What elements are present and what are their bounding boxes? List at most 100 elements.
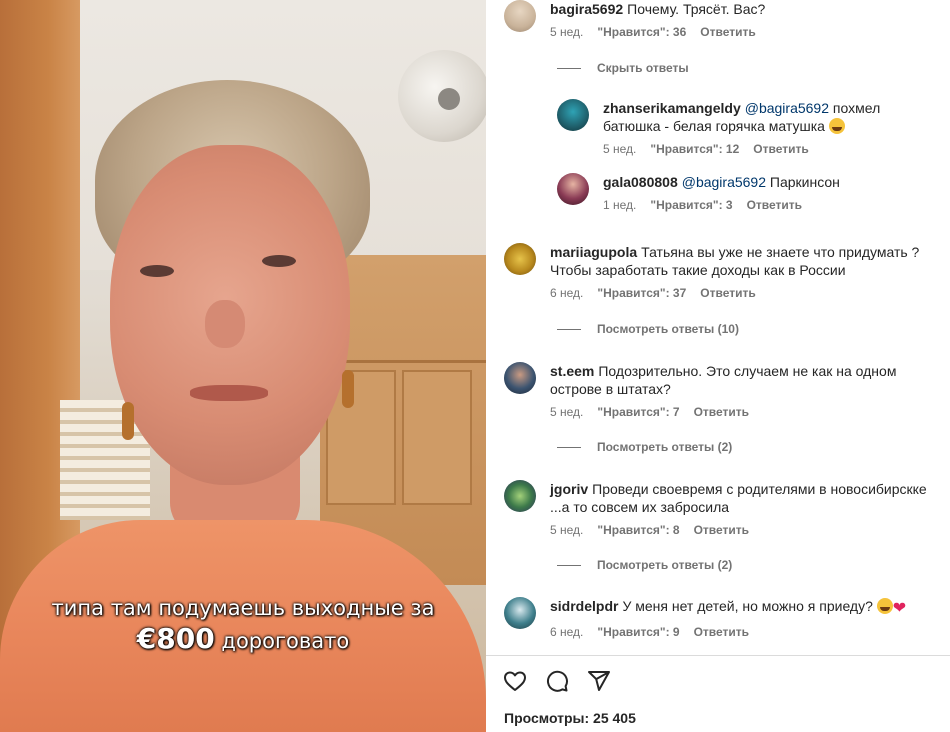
comment-body: st.eem Подозрительно. Это случаем не как …: [550, 362, 934, 398]
reply-button[interactable]: Ответить: [747, 198, 802, 212]
avatar[interactable]: [504, 597, 536, 629]
action-bar: [502, 668, 612, 694]
comment-meta: 5 нед. "Нравится": 36 Ответить: [550, 25, 765, 39]
comment-username[interactable]: st.eem: [550, 363, 594, 379]
reply-button[interactable]: Ответить: [700, 25, 755, 39]
avatar[interactable]: [504, 243, 536, 275]
comment-body: bagira5692 Почему. Трясёт. Вас?: [550, 0, 765, 18]
comment-mention[interactable]: @bagira5692: [745, 100, 829, 116]
heart-icon: [504, 671, 526, 691]
comment-text: Паркинсон: [769, 174, 840, 190]
comment-body: mariiagupola Татьяна вы уже не знаете что…: [550, 243, 934, 279]
comment-time[interactable]: 6 нед.: [550, 286, 583, 300]
comment-likes[interactable]: "Нравится": 12: [650, 142, 739, 156]
comment-time[interactable]: 5 нед.: [550, 405, 583, 419]
comment-likes[interactable]: "Нравится": 8: [597, 523, 679, 537]
comments-panel[interactable]: bagira5692 Почему. Трясёт. Вас? 5 нед. "Н…: [486, 0, 950, 732]
comment-likes[interactable]: "Нравится": 37: [597, 286, 686, 300]
video-player[interactable]: типа там подумаешь выходные за €800 доро…: [0, 0, 486, 732]
comment-meta: 5 нед. "Нравится": 7 Ответить: [550, 405, 934, 419]
avatar[interactable]: [557, 99, 589, 131]
comment-item: mariiagupola Татьяна вы уже не знаете что…: [504, 243, 934, 300]
comment-time[interactable]: 5 нед.: [550, 25, 583, 39]
toggle-label: Скрыть ответы: [597, 61, 689, 75]
video-nose: [205, 300, 245, 348]
comment-time[interactable]: 6 нед.: [550, 625, 583, 639]
video-earring-right: [342, 370, 354, 408]
comment-item: jgoriv Проведи своевремя с родителями в н…: [504, 480, 934, 537]
video-caption-line1: типа там подумаешь выходные за: [51, 596, 435, 620]
comment-item: st.eem Подозрительно. Это случаем не как …: [504, 362, 934, 419]
reply-item: zhanserikamangeldy @bagira5692 похмел бат…: [557, 99, 937, 156]
video-earring-left: [122, 402, 134, 440]
toggle-line: [557, 446, 581, 448]
comment-body: zhanserikamangeldy @bagira5692 похмел бат…: [603, 99, 937, 135]
heart-emoji-icon: ❤: [892, 600, 907, 617]
video-mouth: [190, 385, 268, 401]
comment-text: У меня нет детей, но можно я приеду?: [622, 598, 873, 614]
reply-item: gala080808 @bagira5692 Паркинсон 1 нед. "…: [557, 173, 937, 212]
comment-meta: 5 нед. "Нравится": 8 Ответить: [550, 523, 934, 537]
toggle-label: Посмотреть ответы (2): [597, 440, 733, 454]
comment-body: jgoriv Проведи своевремя с родителями в н…: [550, 480, 934, 516]
video-caption-rest: дороговато: [221, 629, 350, 653]
share-button[interactable]: [586, 668, 612, 694]
video-eye-left: [140, 265, 174, 277]
grinning-emoji-icon: [876, 598, 893, 614]
comment-username[interactable]: sidrdelpdr: [550, 598, 618, 614]
toggle-label: Посмотреть ответы (2): [597, 558, 733, 572]
comment-item: bagira5692 Почему. Трясёт. Вас? 5 нед. "Н…: [504, 0, 765, 39]
view-replies-button[interactable]: Посмотреть ответы (2): [557, 558, 732, 572]
toggle-line: [557, 328, 581, 330]
grinning-emoji-icon: [828, 118, 845, 134]
comment-time[interactable]: 1 нед.: [603, 198, 636, 212]
comment-button[interactable]: [544, 668, 570, 694]
avatar[interactable]: [504, 0, 536, 32]
avatar[interactable]: [504, 362, 536, 394]
comment-username[interactable]: zhanserikamangeldy: [603, 100, 741, 116]
hide-replies-button[interactable]: Скрыть ответы: [557, 61, 689, 75]
views-count: Просмотры: 25 405: [504, 710, 636, 726]
comment-time[interactable]: 5 нед.: [603, 142, 636, 156]
like-button[interactable]: [502, 668, 528, 694]
video-eye-right: [262, 255, 296, 267]
comment-body: sidrdelpdr У меня нет детей, но можно я п…: [550, 597, 906, 618]
comment-likes[interactable]: "Нравится": 7: [597, 405, 679, 419]
comment-icon: [546, 670, 568, 692]
comment-likes[interactable]: "Нравится": 9: [597, 625, 679, 639]
comment-username[interactable]: mariiagupola: [550, 244, 637, 260]
actions-divider: [486, 655, 950, 656]
reply-button[interactable]: Ответить: [753, 142, 808, 156]
view-replies-button[interactable]: Посмотреть ответы (2): [557, 440, 732, 454]
comment-text: Подозрительно. Это случаем не как на одн…: [550, 363, 897, 397]
comment-username[interactable]: jgoriv: [550, 481, 588, 497]
reply-button[interactable]: Ответить: [700, 286, 755, 300]
reply-button[interactable]: Ответить: [694, 405, 749, 419]
comment-meta: 5 нед. "Нравится": 12 Ответить: [603, 142, 937, 156]
comment-time[interactable]: 5 нед.: [550, 523, 583, 537]
comment-meta: 1 нед. "Нравится": 3 Ответить: [603, 198, 840, 212]
video-lamp-center: [438, 88, 460, 110]
reply-button[interactable]: Ответить: [694, 625, 749, 639]
video-caption-amount: €800: [136, 622, 215, 655]
comment-mention[interactable]: @bagira5692: [682, 174, 766, 190]
comment-text: Проведи своевремя с родителями в новосиб…: [550, 481, 927, 515]
video-cabinet-door: [402, 370, 472, 505]
toggle-label: Посмотреть ответы (10): [597, 322, 739, 336]
comment-likes[interactable]: "Нравится": 3: [650, 198, 732, 212]
comment-body: gala080808 @bagira5692 Паркинсон: [603, 173, 840, 191]
comment-username[interactable]: bagira5692: [550, 1, 623, 17]
comment-meta: 6 нед. "Нравится": 9 Ответить: [550, 625, 906, 639]
comment-text: Почему. Трясёт. Вас?: [627, 1, 766, 17]
comment-likes[interactable]: "Нравится": 36: [597, 25, 686, 39]
toggle-line: [557, 564, 581, 566]
reply-button[interactable]: Ответить: [694, 523, 749, 537]
video-caption-line2: €800 дороговато: [0, 622, 486, 655]
view-replies-button[interactable]: Посмотреть ответы (10): [557, 322, 739, 336]
avatar[interactable]: [557, 173, 589, 205]
avatar[interactable]: [504, 480, 536, 512]
comment-item: sidrdelpdr У меня нет детей, но можно я п…: [504, 597, 934, 639]
comment-meta: 6 нед. "Нравится": 37 Ответить: [550, 286, 934, 300]
comment-username[interactable]: gala080808: [603, 174, 678, 190]
toggle-line: [557, 67, 581, 69]
